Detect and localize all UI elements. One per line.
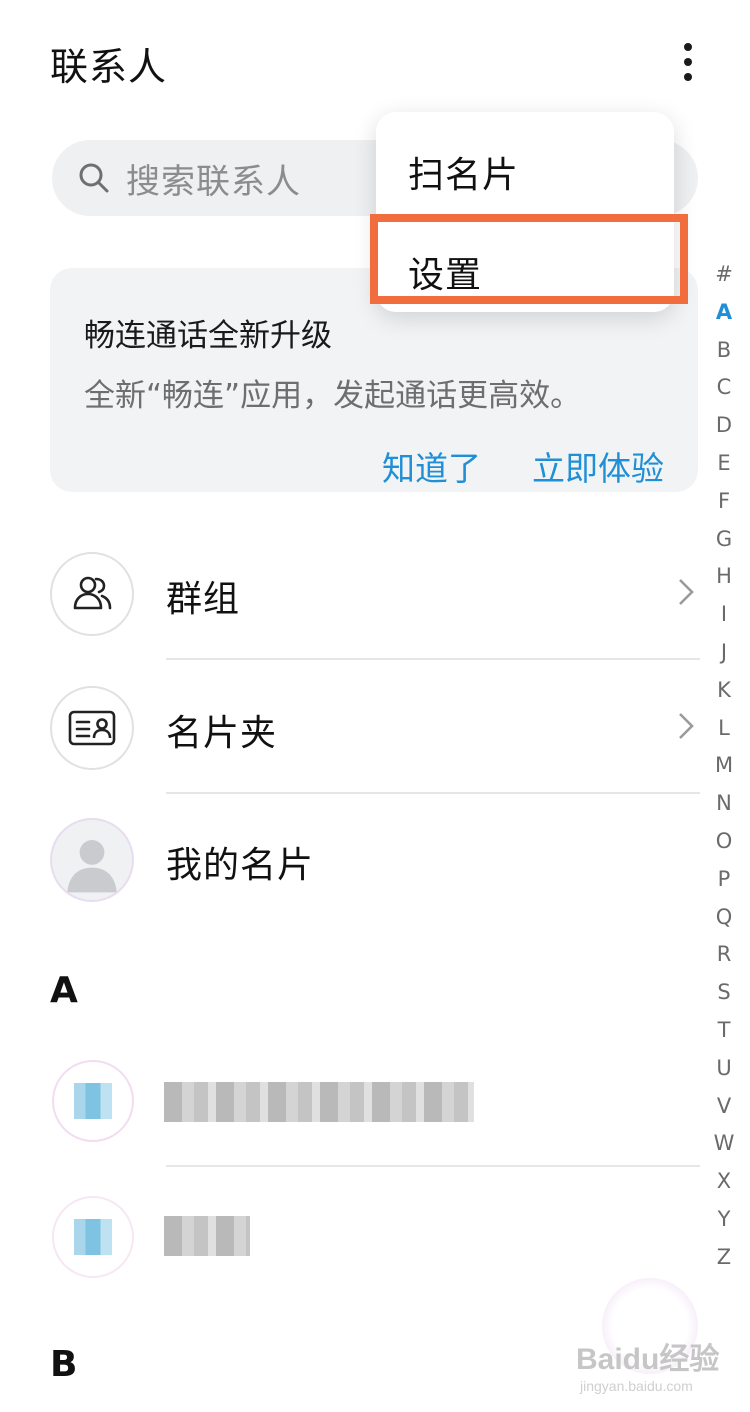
index-letter-f[interactable]: F <box>718 483 730 521</box>
index-letter-m[interactable]: M <box>715 747 733 785</box>
more-dot-icon <box>684 73 692 81</box>
index-letter-b[interactable]: B <box>717 332 731 370</box>
index-letter-r[interactable]: R <box>717 936 732 974</box>
banner-dismiss-button[interactable]: 知道了 <box>382 442 481 490</box>
index-letter-k[interactable]: K <box>717 672 731 710</box>
highlight-annotation <box>370 214 688 304</box>
index-letter-z[interactable]: Z <box>717 1239 731 1277</box>
index-letter-w[interactable]: W <box>714 1125 735 1163</box>
divider <box>166 658 700 660</box>
groups-label: 群组 <box>166 579 241 620</box>
groups-row[interactable]: 群组 <box>0 552 700 684</box>
section-header-b: B <box>50 1344 78 1385</box>
card-holder-row[interactable]: 名片夹 <box>0 686 700 818</box>
banner-try-button[interactable]: 立即体验 <box>532 442 664 490</box>
more-dot-icon <box>684 43 692 51</box>
contact-name-blurred[interactable] <box>164 1216 250 1256</box>
index-letter-d[interactable]: D <box>716 407 732 445</box>
more-dot-icon <box>684 58 692 66</box>
avatar-image <box>74 1219 112 1255</box>
index-letter-c[interactable]: C <box>717 369 732 407</box>
my-card-row[interactable]: 我的名片 <box>0 818 700 950</box>
watermark-url: jingyan.baidu.com <box>580 1378 693 1394</box>
card-holder-label: 名片夹 <box>166 713 278 754</box>
index-letter-l[interactable]: L <box>718 710 730 748</box>
index-letter-i[interactable]: I <box>721 596 727 634</box>
index-letter-hash[interactable]: # <box>715 256 733 294</box>
banner-description: 全新“畅连”应用，发起通话更高效。 <box>84 378 582 414</box>
index-letter-a[interactable]: A <box>716 294 732 332</box>
index-letter-h[interactable]: H <box>716 558 732 596</box>
contact-name-blurred[interactable] <box>164 1082 474 1122</box>
index-letter-q[interactable]: Q <box>716 899 733 937</box>
divider <box>166 792 700 794</box>
search-placeholder: 搜索联系人 <box>126 161 301 202</box>
index-letter-x[interactable]: X <box>717 1163 731 1201</box>
index-letter-s[interactable]: S <box>717 974 730 1012</box>
chevron-right-icon <box>679 713 694 739</box>
index-letter-v[interactable]: V <box>717 1088 731 1126</box>
section-header-a: A <box>50 970 78 1011</box>
group-icon <box>50 552 134 636</box>
index-letter-j[interactable]: J <box>721 634 727 672</box>
index-letter-u[interactable]: U <box>716 1050 731 1088</box>
more-options-button[interactable] <box>668 36 708 88</box>
watermark-logo: Baidu经验 <box>576 1343 720 1376</box>
index-letter-g[interactable]: G <box>716 521 732 559</box>
chevron-right-icon <box>679 579 694 605</box>
index-letter-o[interactable]: O <box>716 823 733 861</box>
page-title: 联系人 <box>50 45 168 89</box>
index-letter-n[interactable]: N <box>716 785 732 823</box>
index-letter-e[interactable]: E <box>717 445 730 483</box>
index-letter-t[interactable]: T <box>718 1012 731 1050</box>
index-letter-y[interactable]: Y <box>718 1201 731 1239</box>
banner-title: 畅连通话全新升级 <box>84 318 332 354</box>
search-icon <box>79 163 109 193</box>
index-letter-p[interactable]: P <box>718 861 731 899</box>
alphabet-index[interactable]: # A B C D E F G H I J K L M N O P Q R S T U V W X Y Z <box>712 256 736 1277</box>
business-card-icon <box>50 686 134 770</box>
contact-avatar[interactable] <box>52 1060 134 1142</box>
contact-avatar[interactable] <box>52 1196 134 1278</box>
avatar-image <box>74 1083 112 1119</box>
my-card-label: 我的名片 <box>166 845 315 886</box>
menu-item-scan-card[interactable]: 扫名片 <box>408 146 519 198</box>
avatar-icon <box>50 818 134 902</box>
divider <box>166 1165 700 1167</box>
